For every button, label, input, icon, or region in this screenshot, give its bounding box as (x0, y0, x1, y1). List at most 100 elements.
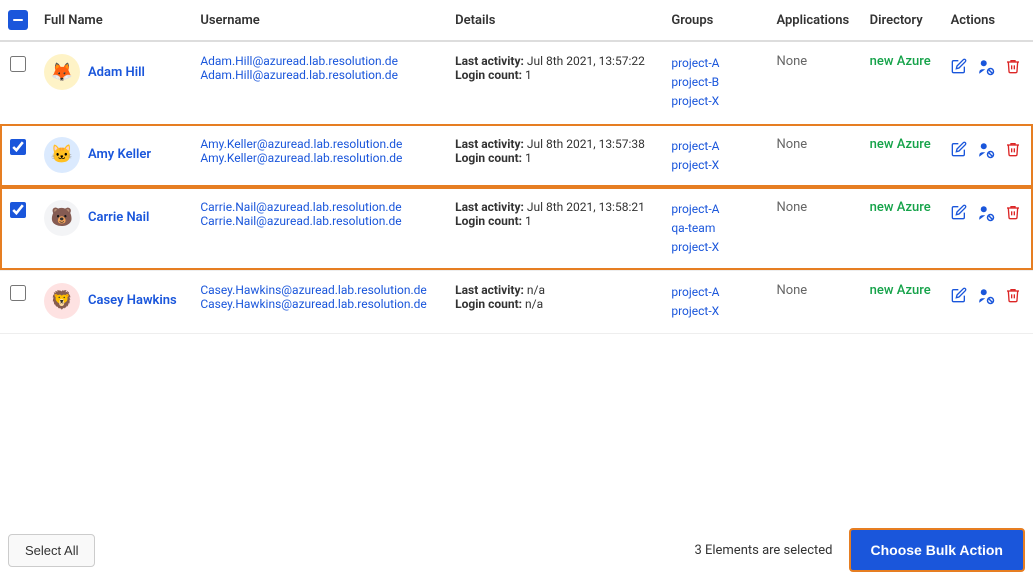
table-footer: Select All 3 Elements are selected Choos… (0, 512, 1033, 580)
edit-icon[interactable] (951, 287, 967, 307)
applications-cell: None (768, 124, 861, 187)
row-checkbox-cell (0, 124, 36, 187)
group-link[interactable]: project-X (671, 156, 760, 175)
directory-link[interactable]: new Azure (870, 283, 931, 298)
actions-cell (943, 124, 1033, 187)
login-count: Login count: n/a (455, 297, 655, 311)
user-block-icon[interactable] (977, 141, 995, 163)
user-checkbox-2[interactable] (10, 139, 26, 155)
select-all-header-checkbox[interactable] (8, 10, 28, 30)
email-link-primary[interactable]: Amy.Keller@azuread.lab.resolution.de (200, 137, 439, 151)
user-management-table: Full Name Username Details Groups Applic… (0, 0, 1033, 580)
actions-cell (943, 187, 1033, 270)
footer-right: 3 Elements are selected Choose Bulk Acti… (694, 528, 1025, 572)
applications-cell: None (768, 187, 861, 270)
last-activity: Last activity: n/a (455, 283, 545, 297)
directory-cell: new Azure (862, 41, 943, 124)
table-row: 🐻 Carrie Nail Carrie.Nail@azuread.lab.reso… (0, 187, 1033, 270)
email-link-secondary[interactable]: Carrie.Nail@azuread.lab.resolution.de (200, 214, 439, 228)
login-count: Login count: 1 (455, 151, 655, 165)
last-activity: Last activity: Jul 8th 2021, 13:57:38 (455, 137, 645, 151)
login-count: Login count: 1 (455, 68, 655, 82)
bulk-action-button[interactable]: Choose Bulk Action (849, 528, 1026, 572)
col-header-actions: Actions (943, 0, 1033, 41)
details-cell: Last activity: Jul 8th 2021, 13:58:21Log… (447, 187, 663, 270)
group-link[interactable]: project-A (671, 137, 760, 156)
user-checkbox-4[interactable] (10, 285, 26, 301)
edit-icon[interactable] (951, 58, 967, 78)
user-full-name-cell: 🦁 Casey Hawkins (36, 270, 192, 333)
user-block-icon[interactable] (977, 58, 995, 80)
username-cell: Adam.Hill@azuread.lab.resolution.deAdam.… (192, 41, 447, 124)
col-header-directory: Directory (862, 0, 943, 41)
user-checkbox-1[interactable] (10, 56, 26, 72)
groups-cell: project-Aproject-Bproject-X (663, 41, 768, 124)
delete-icon[interactable] (1005, 204, 1021, 224)
email-link-secondary[interactable]: Adam.Hill@azuread.lab.resolution.de (200, 68, 439, 82)
last-activity: Last activity: Jul 8th 2021, 13:58:21 (455, 200, 645, 214)
delete-icon[interactable] (1005, 141, 1021, 161)
row-checkbox-cell (0, 187, 36, 270)
edit-icon[interactable] (951, 141, 967, 161)
group-link[interactable]: project-A (671, 54, 760, 73)
username-cell: Amy.Keller@azuread.lab.resolution.deAmy.… (192, 124, 447, 187)
email-link-primary[interactable]: Casey.Hawkins@azuread.lab.resolution.de (200, 283, 439, 297)
details-cell: Last activity: Jul 8th 2021, 13:57:22Log… (447, 41, 663, 124)
row-checkbox-cell (0, 41, 36, 124)
username-cell: Casey.Hawkins@azuread.lab.resolution.deC… (192, 270, 447, 333)
applications-cell: None (768, 41, 861, 124)
select-all-button[interactable]: Select All (8, 534, 95, 567)
user-name-link[interactable]: Casey Hawkins (88, 293, 177, 308)
row-checkbox-cell (0, 270, 36, 333)
group-link[interactable]: project-B (671, 73, 760, 92)
col-header-groups: Groups (663, 0, 768, 41)
elements-selected-count: 3 Elements are selected (694, 543, 832, 558)
group-link[interactable]: project-X (671, 92, 760, 111)
directory-link[interactable]: new Azure (870, 137, 931, 152)
email-link-primary[interactable]: Carrie.Nail@azuread.lab.resolution.de (200, 200, 439, 214)
avatar: 🦊 (44, 54, 80, 90)
col-header-username: Username (192, 0, 447, 41)
login-count: Login count: 1 (455, 214, 655, 228)
avatar: 🐻 (44, 200, 80, 236)
details-cell: Last activity: n/aLogin count: n/a (447, 270, 663, 333)
delete-icon[interactable] (1005, 287, 1021, 307)
group-link[interactable]: qa-team (671, 219, 760, 238)
email-link-secondary[interactable]: Amy.Keller@azuread.lab.resolution.de (200, 151, 439, 165)
details-cell: Last activity: Jul 8th 2021, 13:57:38Log… (447, 124, 663, 187)
delete-icon[interactable] (1005, 58, 1021, 78)
email-link-primary[interactable]: Adam.Hill@azuread.lab.resolution.de (200, 54, 439, 68)
groups-cell: project-Aqa-teamproject-X (663, 187, 768, 270)
table-row: 🦁 Casey Hawkins Casey.Hawkins@azuread.lab.… (0, 270, 1033, 333)
user-name-link[interactable]: Carrie Nail (88, 210, 149, 225)
user-checkbox-3[interactable] (10, 202, 26, 218)
header-checkbox-cell (0, 0, 36, 41)
directory-link[interactable]: new Azure (870, 200, 931, 215)
applications-cell: None (768, 270, 861, 333)
directory-cell: new Azure (862, 124, 943, 187)
group-link[interactable]: project-A (671, 200, 760, 219)
group-link[interactable]: project-A (671, 283, 760, 302)
user-full-name-cell: 🦊 Adam Hill (36, 41, 192, 124)
user-name-link[interactable]: Adam Hill (88, 65, 145, 80)
edit-icon[interactable] (951, 204, 967, 224)
minus-icon (11, 13, 25, 27)
col-header-full-name: Full Name (36, 0, 192, 41)
directory-cell: new Azure (862, 187, 943, 270)
table-row: 🦊 Adam Hill Adam.Hill@azuread.lab.resoluti… (0, 41, 1033, 124)
last-activity: Last activity: Jul 8th 2021, 13:57:22 (455, 54, 645, 68)
email-link-secondary[interactable]: Casey.Hawkins@azuread.lab.resolution.de (200, 297, 439, 311)
avatar: 🦁 (44, 283, 80, 319)
user-block-icon[interactable] (977, 204, 995, 226)
actions-cell (943, 41, 1033, 124)
col-header-details: Details (447, 0, 663, 41)
avatar: 🐱 (44, 137, 80, 173)
user-full-name-cell: 🐻 Carrie Nail (36, 187, 192, 270)
user-name-link[interactable]: Amy Keller (88, 147, 151, 162)
groups-cell: project-Aproject-X (663, 270, 768, 333)
user-block-icon[interactable] (977, 287, 995, 309)
group-link[interactable]: project-X (671, 238, 760, 257)
group-link[interactable]: project-X (671, 302, 760, 321)
directory-link[interactable]: new Azure (870, 54, 931, 69)
actions-cell (943, 270, 1033, 333)
